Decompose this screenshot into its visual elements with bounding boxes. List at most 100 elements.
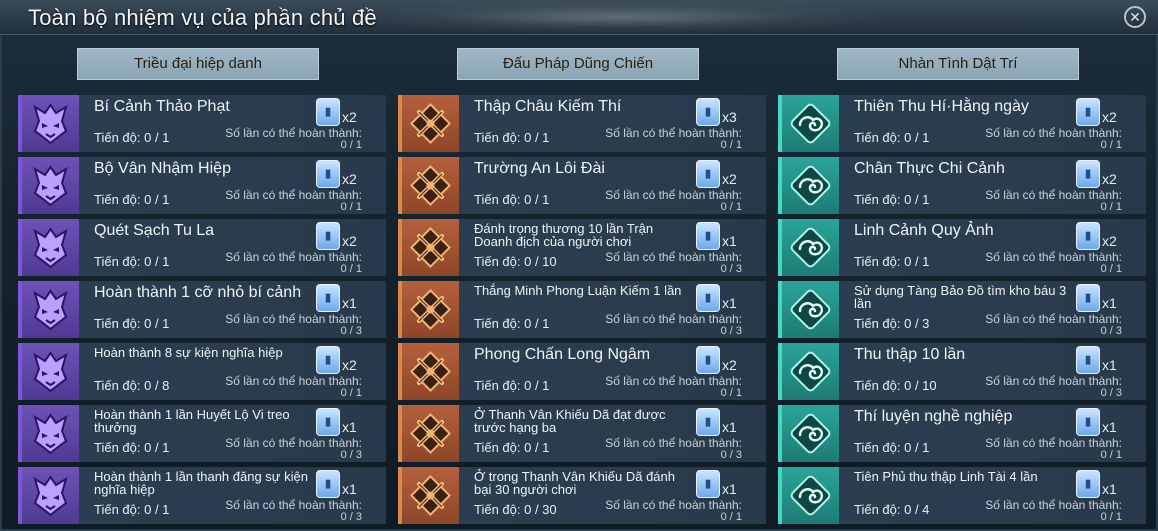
reward-count: x1 <box>722 481 737 497</box>
task-progress: Tiến độ: 0 / 8 <box>94 378 170 393</box>
task-card[interactable]: Quét Sạch Tu La Tiến độ: 0 / 1 ▮ x2 Số lần c… <box>18 219 386 276</box>
task-card[interactable]: Hoàn thành 1 lần Huyết Lộ Vi treo thưởng… <box>18 405 386 462</box>
column-header-dau-phap: Đấu Pháp Dũng Chiến <box>457 48 699 80</box>
task-progress: Tiến độ: 0 / 1 <box>94 316 170 331</box>
task-name: Đánh trọng thương 10 lần Trận Doanh địch… <box>474 221 654 249</box>
task-progress: Tiến độ: 0 / 1 <box>474 378 550 393</box>
reward-ticket-icon[interactable]: ▮ <box>1076 98 1100 126</box>
remaining-completions-value: 0 / 1 <box>340 201 362 213</box>
task-progress: Tiến độ: 0 / 1 <box>94 440 170 455</box>
task-card[interactable]: Thu thập 10 lần Tiến độ: 0 / 10 ▮ x1 Số lần … <box>778 343 1146 400</box>
scroll-cloud-icon <box>782 219 839 276</box>
reward-ticket-icon[interactable]: ▮ <box>1076 470 1100 498</box>
task-column-3: Thiên Thu Hí·Hằng ngày Tiến độ: 0 / 1 ▮ x2 S… <box>778 95 1146 529</box>
task-progress: Tiến độ: 0 / 1 <box>474 316 550 331</box>
remaining-completions-label: Số lần có thể hoàn thành: <box>225 126 362 140</box>
reward-count: x1 <box>722 295 737 311</box>
remaining-completions-value: 0 / 3 <box>340 511 362 523</box>
reward-ticket-icon[interactable]: ▮ <box>316 222 340 250</box>
task-card[interactable]: Thiên Thu Hí·Hằng ngày Tiến độ: 0 / 1 ▮ x2 S… <box>778 95 1146 152</box>
reward-ticket-icon[interactable]: ▮ <box>1076 346 1100 374</box>
remaining-completions-label: Số lần có thể hoàn thành: <box>225 374 362 388</box>
window-title: Toàn bộ nhiệm vụ của phần chủ đề <box>28 5 377 30</box>
remaining-completions-value: 0 / 3 <box>720 325 742 337</box>
quest-panel: Toàn bộ nhiệm vụ của phần chủ đề ✕ Triều… <box>0 0 1158 531</box>
task-card[interactable]: Ở Thanh Vân Khiếu Dã đạt được trước hạng… <box>398 405 766 462</box>
task-progress: Tiến độ: 0 / 1 <box>94 502 170 517</box>
reward-ticket-icon[interactable]: ▮ <box>1076 408 1100 436</box>
task-card[interactable]: Thập Châu Kiếm Thí Tiến độ: 0 / 1 ▮ x3 Số lầ… <box>398 95 766 152</box>
remaining-completions-label: Số lần có thể hoàn thành: <box>605 126 742 140</box>
remaining-completions-label: Số lần có thể hoàn thành: <box>605 374 742 388</box>
task-card[interactable]: Hoàn thành 1 lần thanh đăng sự kiện nghĩ… <box>18 467 386 524</box>
reward-ticket-icon[interactable]: ▮ <box>316 346 340 374</box>
task-progress: Tiến độ: 0 / 4 <box>854 502 930 517</box>
remaining-completions-value: 0 / 3 <box>340 449 362 461</box>
task-progress: Tiến độ: 0 / 1 <box>94 254 170 269</box>
reward-count: x1 <box>342 481 357 497</box>
task-card[interactable]: Linh Cảnh Quy Ảnh Tiến độ: 0 / 1 ▮ x2 Số lần… <box>778 219 1146 276</box>
remaining-completions-label: Số lần có thể hoàn thành: <box>605 436 742 450</box>
remaining-completions-label: Số lần có thể hoàn thành: <box>985 374 1122 388</box>
task-progress: Tiến độ: 0 / 10 <box>474 254 557 269</box>
reward-ticket-icon[interactable]: ▮ <box>696 284 720 312</box>
demon-mask-icon <box>22 343 79 400</box>
remaining-completions-label: Số lần có thể hoàn thành: <box>605 312 742 326</box>
task-name: Chân Thực Chi Cảnh <box>854 160 1005 177</box>
reward-count: x2 <box>342 171 357 187</box>
task-progress: Tiến độ: 0 / 1 <box>474 192 550 207</box>
task-progress: Tiến độ: 0 / 1 <box>854 254 930 269</box>
task-progress: Tiến độ: 0 / 1 <box>474 440 550 455</box>
task-card[interactable]: Ở trong Thanh Vân Khiếu Dã đánh bại 30 n… <box>398 467 766 524</box>
remaining-completions-value: 0 / 3 <box>720 449 742 461</box>
reward-ticket-icon[interactable]: ▮ <box>316 408 340 436</box>
reward-ticket-icon[interactable]: ▮ <box>696 470 720 498</box>
task-progress: Tiến độ: 0 / 1 <box>94 192 170 207</box>
task-card[interactable]: Bộ Vân Nhậm Hiệp Tiến độ: 0 / 1 ▮ x2 Số lần … <box>18 157 386 214</box>
reward-count: x1 <box>722 233 737 249</box>
remaining-completions-value: 0 / 1 <box>340 139 362 151</box>
task-card[interactable]: Thí luyện nghề nghiệp Tiến độ: 0 / 1 ▮ x1 Số… <box>778 405 1146 462</box>
reward-count: x2 <box>722 357 737 373</box>
close-icon[interactable]: ✕ <box>1124 6 1146 28</box>
scroll-cloud-icon <box>782 405 839 462</box>
remaining-completions-label: Số lần có thể hoàn thành: <box>985 436 1122 450</box>
task-card[interactable]: Tiên Phủ thu thập Linh Tài 4 lần Tiến độ:… <box>778 467 1146 524</box>
reward-ticket-icon[interactable]: ▮ <box>1076 222 1100 250</box>
task-card[interactable]: Trường An Lôi Đài Tiến độ: 0 / 1 ▮ x2 Số lần… <box>398 157 766 214</box>
reward-ticket-icon[interactable]: ▮ <box>316 98 340 126</box>
task-card[interactable]: Đánh trọng thương 10 lần Trận Doanh địch… <box>398 219 766 276</box>
task-card[interactable]: Bí Cảnh Thảo Phạt Tiến độ: 0 / 1 ▮ x2 Số lần… <box>18 95 386 152</box>
task-card[interactable]: Chân Thực Chi Cảnh Tiến độ: 0 / 1 ▮ x2 Số lầ… <box>778 157 1146 214</box>
task-card[interactable]: Thắng Minh Phong Luận Kiếm 1 lần Tiến độ:… <box>398 281 766 338</box>
reward-count: x2 <box>342 357 357 373</box>
reward-ticket-icon[interactable]: ▮ <box>696 222 720 250</box>
reward-count: x1 <box>342 295 357 311</box>
demon-mask-icon <box>22 219 79 276</box>
reward-ticket-icon[interactable]: ▮ <box>696 98 720 126</box>
task-card[interactable]: Sử dụng Tàng Bảo Đồ tìm kho báu 3 lần Tiế… <box>778 281 1146 338</box>
demon-mask-icon <box>22 281 79 338</box>
reward-ticket-icon[interactable]: ▮ <box>696 346 720 374</box>
reward-ticket-icon[interactable]: ▮ <box>1076 160 1100 188</box>
task-card[interactable]: Hoàn thành 8 sự kiện nghĩa hiệp Tiến độ: … <box>18 343 386 400</box>
reward-ticket-icon[interactable]: ▮ <box>316 160 340 188</box>
crossed-swords-icon <box>402 343 459 400</box>
task-card[interactable]: Hoàn thành 1 cỡ nhỏ bí cảnh Tiến độ: 0 / … <box>18 281 386 338</box>
task-progress: Tiến độ: 0 / 1 <box>474 130 550 145</box>
remaining-completions-value: 0 / 3 <box>1100 325 1122 337</box>
reward-ticket-icon[interactable]: ▮ <box>316 470 340 498</box>
reward-ticket-icon[interactable]: ▮ <box>316 284 340 312</box>
scroll-cloud-icon <box>782 157 839 214</box>
reward-count: x1 <box>722 419 737 435</box>
task-name: Thập Châu Kiếm Thí <box>474 98 622 115</box>
demon-mask-icon <box>22 157 79 214</box>
reward-ticket-icon[interactable]: ▮ <box>696 408 720 436</box>
reward-ticket-icon[interactable]: ▮ <box>1076 284 1100 312</box>
remaining-completions-label: Số lần có thể hoàn thành: <box>225 188 362 202</box>
reward-ticket-icon[interactable]: ▮ <box>696 160 720 188</box>
task-card[interactable]: Phong Chấn Long Ngâm Tiến độ: 0 / 1 ▮ x2 Số … <box>398 343 766 400</box>
reward-count: x2 <box>722 171 737 187</box>
remaining-completions-label: Số lần có thể hoàn thành: <box>225 498 362 512</box>
scroll-cloud-icon <box>782 95 839 152</box>
